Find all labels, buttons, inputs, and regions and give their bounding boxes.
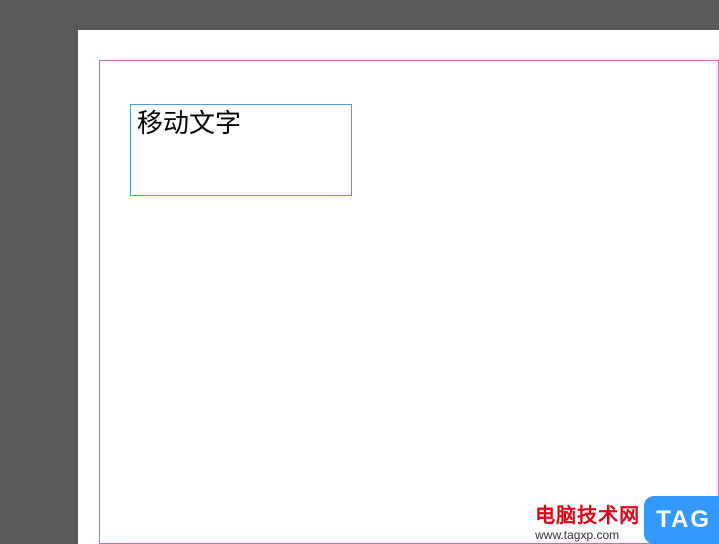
tag-badge: TAG: [644, 496, 719, 544]
watermark: 电脑技术网 www.tagxp.com TAG: [535, 496, 719, 544]
watermark-text-group: 电脑技术网 www.tagxp.com: [535, 499, 640, 542]
text-frame[interactable]: 移动文字: [130, 104, 352, 196]
watermark-url: www.tagxp.com: [535, 528, 619, 542]
text-frame-content[interactable]: 移动文字: [137, 107, 345, 141]
document-page[interactable]: 移动文字: [78, 30, 719, 544]
watermark-title: 电脑技术网: [535, 499, 640, 528]
